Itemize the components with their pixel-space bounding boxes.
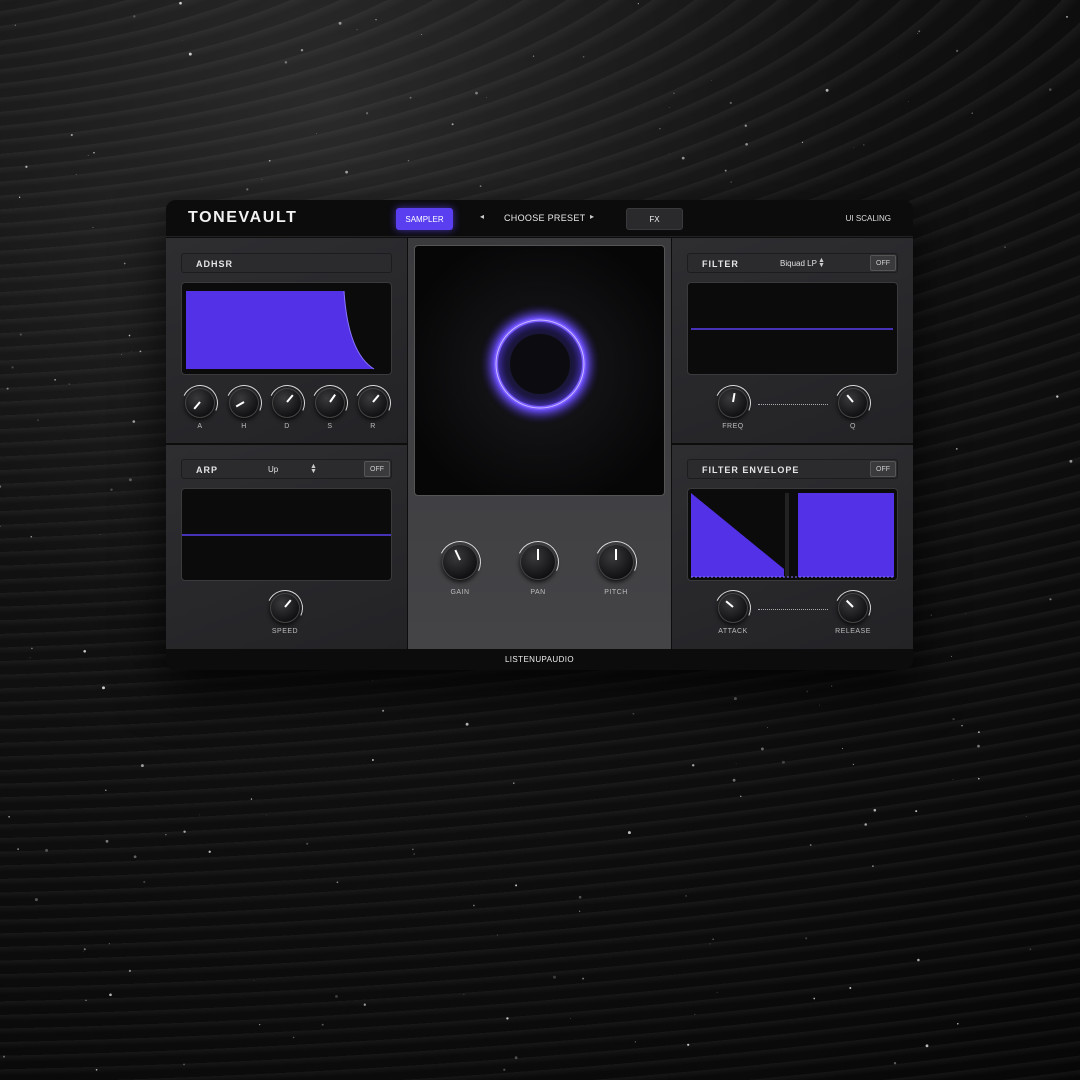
arp-display [181, 488, 392, 581]
adhsr-title: ADHSR [196, 259, 234, 269]
arp-mode-select[interactable]: Up [268, 465, 278, 474]
sampler-tab-button[interactable]: SAMPLER [396, 208, 453, 230]
adhsr-envelope-graph [186, 290, 375, 370]
arp-line-graph [182, 534, 391, 536]
arp-title: ARP [196, 465, 219, 475]
attack-label: ATTACK [718, 628, 748, 635]
footer-brand: LISTENUPAUDIO [166, 649, 913, 670]
prev-preset-arrow-icon[interactable]: ◂ [480, 212, 484, 221]
pitch-label: PITCH [604, 589, 628, 596]
filter-envelope-graph [691, 493, 894, 578]
filter-type-select[interactable]: Biquad LP [780, 259, 817, 268]
pitch-knob[interactable] [589, 535, 643, 589]
adhsr-header: ADHSR [181, 253, 392, 273]
knob-label-a: A [197, 423, 203, 430]
updown-arrows-icon[interactable]: ▲ ▼ [818, 257, 825, 269]
filter-header: FILTER Biquad LP ▲ ▼ [687, 253, 898, 273]
gain-label: GAIN [450, 589, 470, 596]
filter-envelope-title: FILTER ENVELOPE [702, 465, 800, 475]
speed-knob[interactable] [261, 584, 309, 632]
plugin-window: TONEVAULT SAMPLER ◂ CHOOSE PRESET ▸ FX U… [166, 200, 913, 670]
app-logo: TONEVAULT [188, 209, 298, 226]
knob-label-r: R [370, 423, 376, 430]
arp-panel: ARP Up ▲ ▼ OFF SPEED [166, 445, 407, 649]
gain-knob[interactable] [433, 535, 487, 589]
attack-knob[interactable] [176, 379, 224, 427]
attack-release-link [758, 609, 828, 610]
filter-response-graph [691, 328, 893, 330]
release-label: RELEASE [835, 628, 871, 635]
filter-envelope-off-toggle[interactable]: OFF [870, 461, 896, 477]
pan-knob[interactable] [511, 535, 565, 589]
choose-preset-dropdown[interactable]: CHOOSE PRESET [504, 213, 585, 223]
visualizer-display [414, 245, 665, 496]
filter-envelope-display[interactable] [687, 488, 898, 581]
filter-envelope-header: FILTER ENVELOPE [687, 459, 898, 479]
freq-knob[interactable] [709, 379, 757, 427]
sustain-knob[interactable] [306, 379, 354, 427]
hold-knob[interactable] [220, 379, 268, 427]
filter-response-display [687, 282, 898, 375]
ui-scaling-button[interactable]: UI SCALING [846, 214, 891, 223]
arp-header: ARP Up ▲ ▼ [181, 459, 392, 479]
env-release-knob[interactable] [829, 584, 877, 632]
release-knob[interactable] [349, 379, 397, 427]
q-knob[interactable] [829, 379, 877, 427]
filter-off-toggle[interactable]: OFF [870, 255, 896, 271]
pan-label: PAN [530, 589, 546, 596]
filter-envelope-panel: FILTER ENVELOPE OFF ATTACK RELEASE [672, 445, 913, 649]
env-attack-knob[interactable] [709, 584, 757, 632]
top-bar: TONEVAULT SAMPLER ◂ CHOOSE PRESET ▸ FX U… [166, 200, 913, 237]
updown-arrows-icon[interactable]: ▲ ▼ [310, 463, 317, 475]
center-panel: GAIN PAN PITCH [408, 238, 671, 649]
adhsr-panel: ADHSR A H D S R [166, 238, 407, 443]
freq-label: FREQ [722, 423, 744, 430]
fx-tab-button[interactable]: FX [626, 208, 683, 230]
filter-title: FILTER [702, 259, 739, 269]
next-preset-arrow-icon[interactable]: ▸ [590, 212, 594, 221]
glowing-ring-visual [478, 302, 602, 426]
filter-panel: FILTER Biquad LP ▲ ▼ OFF FREQ Q [672, 238, 913, 443]
arp-off-toggle[interactable]: OFF [364, 461, 390, 477]
adhsr-envelope-display[interactable] [181, 282, 392, 375]
speed-label: SPEED [271, 628, 299, 635]
q-label: Q [850, 423, 856, 430]
freq-q-link [758, 404, 828, 405]
decay-knob[interactable] [263, 379, 311, 427]
